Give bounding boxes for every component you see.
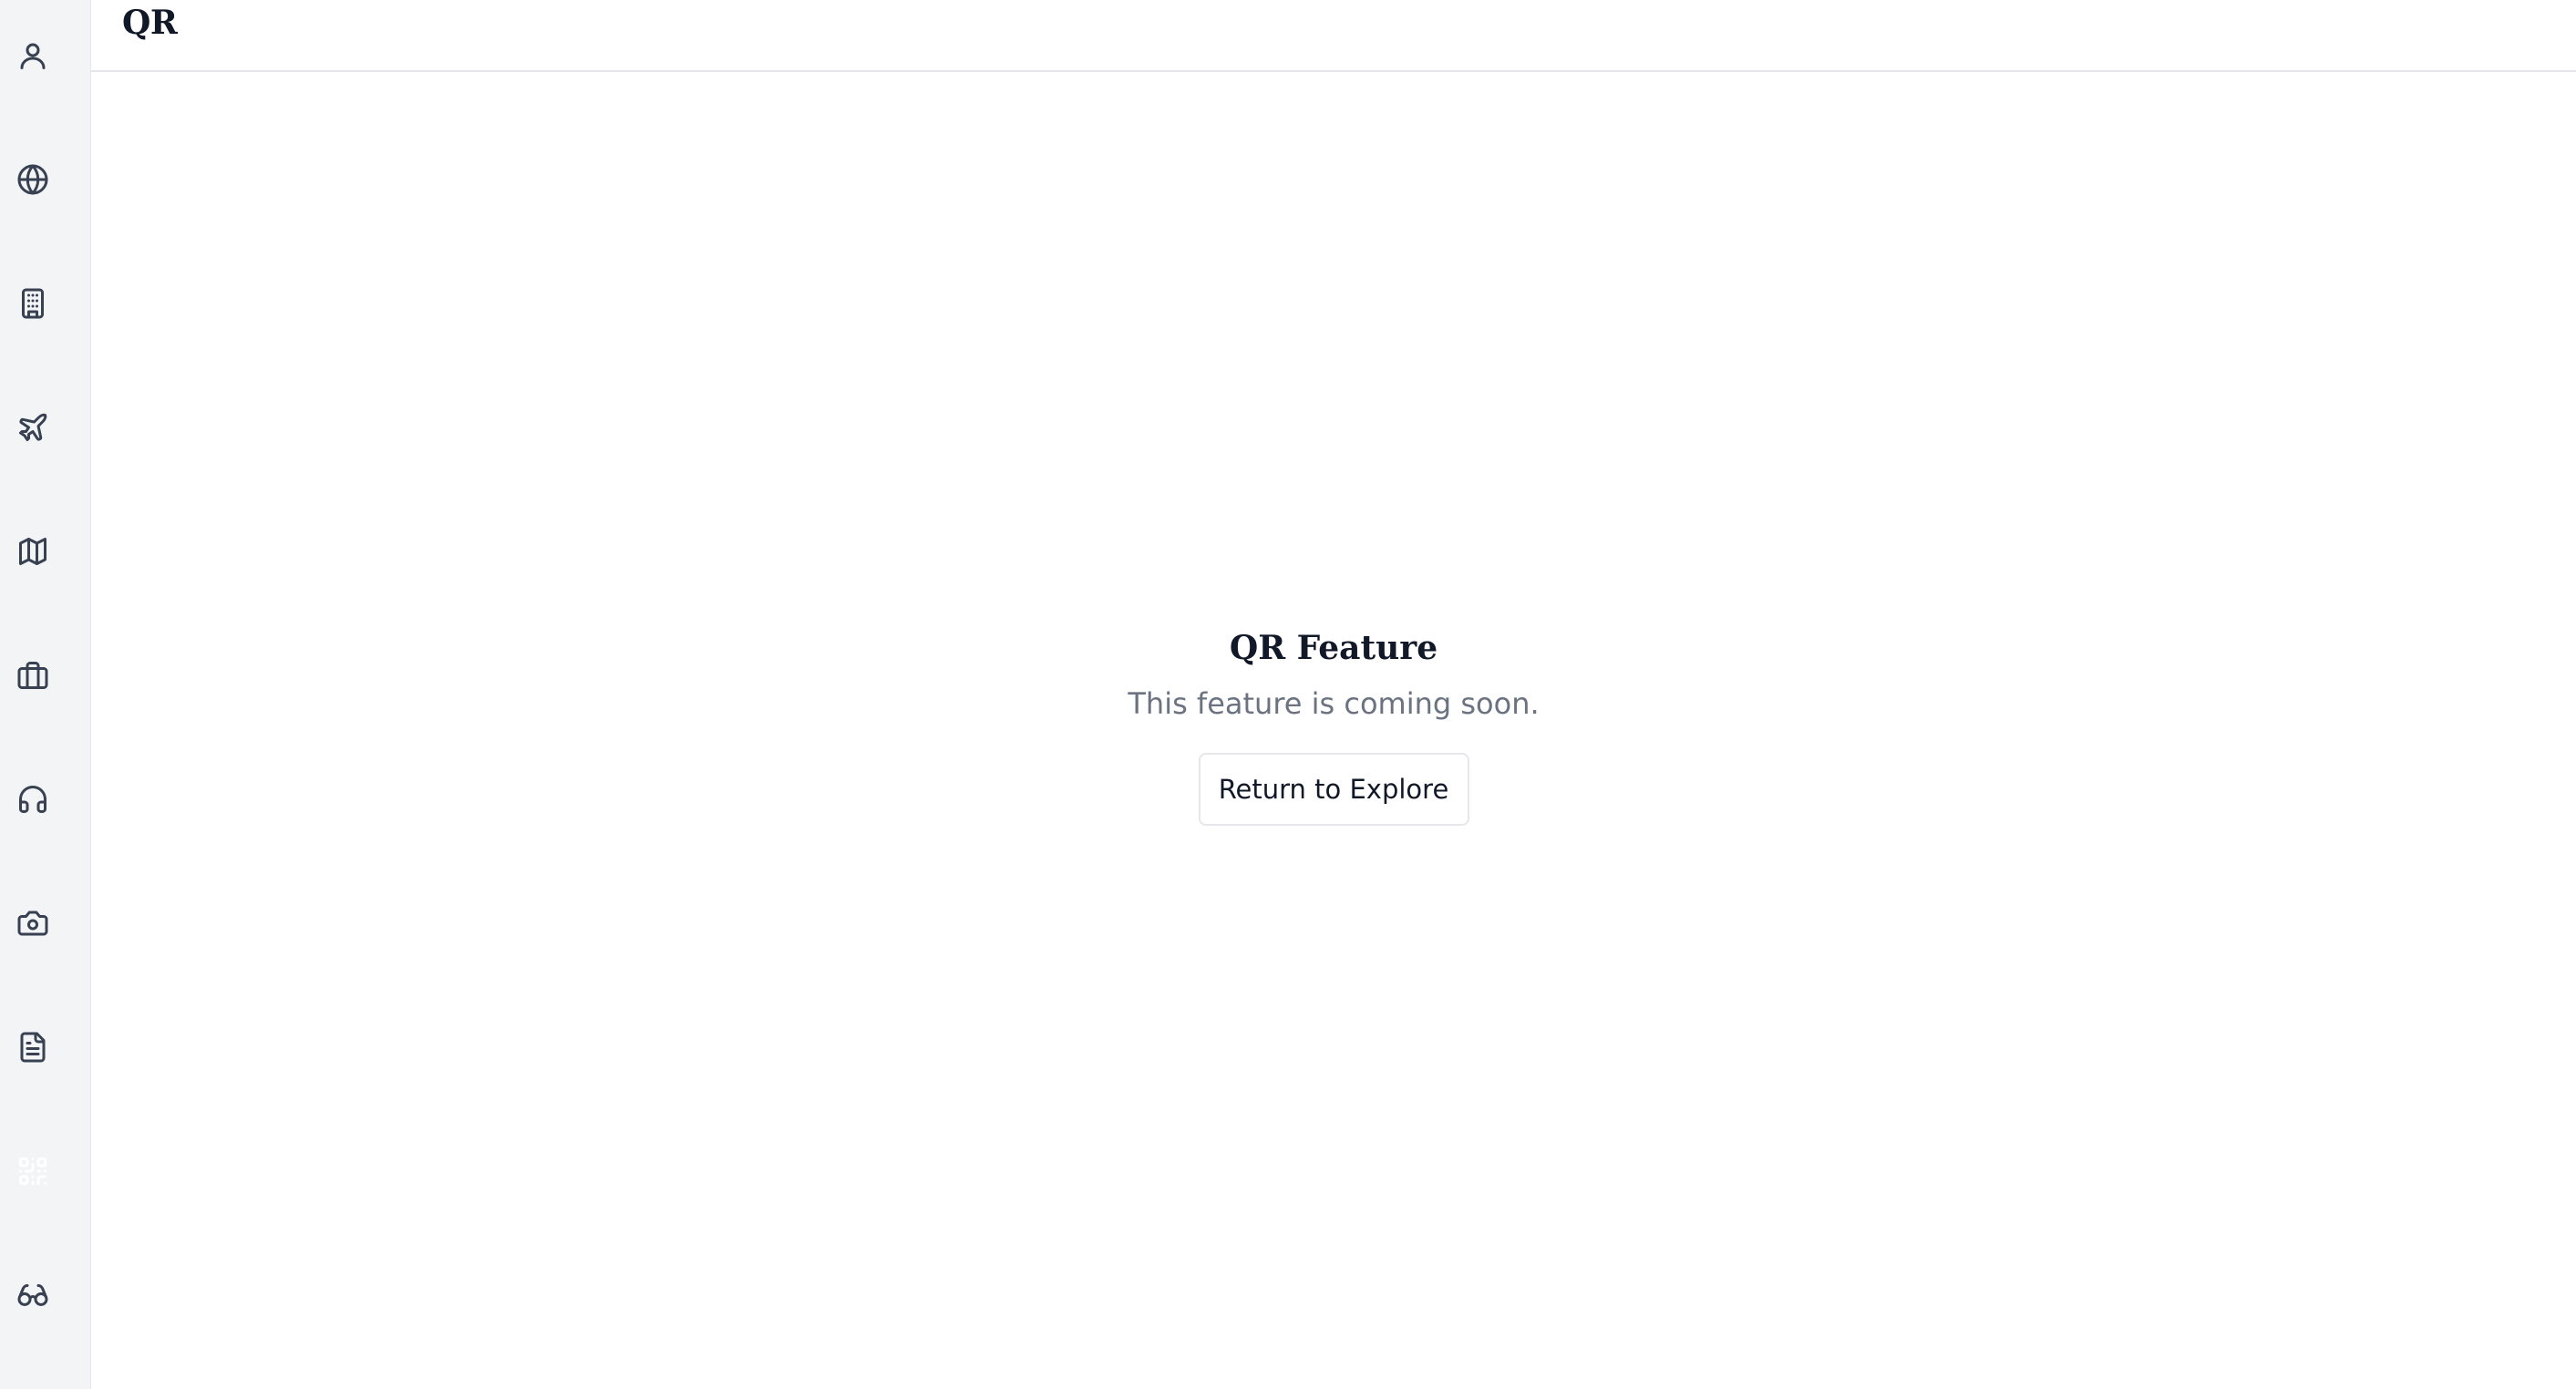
document-icon	[20, 1032, 46, 1063]
sidebar-item-qr[interactable]	[7, 1146, 58, 1197]
sidebar	[0, 0, 91, 1389]
main-content: QR Feature This feature is coming soon. …	[91, 72, 2576, 1389]
camera-icon	[17, 911, 48, 936]
sidebar-item-documents[interactable]	[7, 1022, 58, 1073]
sidebar-item-profile[interactable]	[7, 30, 58, 81]
sidebar-item-explore[interactable]	[7, 154, 58, 205]
briefcase-icon	[17, 662, 48, 689]
sidebar-item-hotels[interactable]	[7, 278, 58, 329]
feature-title: QR Feature	[1229, 629, 1438, 667]
glasses-icon	[17, 1284, 48, 1306]
sidebar-item-maps[interactable]	[7, 526, 58, 577]
sidebar-item-trips[interactable]	[7, 650, 58, 701]
sidebar-item-support[interactable]	[7, 774, 58, 825]
page-title: QR	[122, 4, 178, 42]
feature-subtitle: This feature is coming soon.	[1128, 686, 1540, 721]
globe-icon	[17, 164, 48, 195]
headphones-icon	[19, 786, 46, 813]
map-icon	[19, 538, 46, 565]
page-header: QR	[91, 0, 2576, 72]
sidebar-item-flights[interactable]	[7, 402, 58, 453]
coming-soon-panel: QR Feature This feature is coming soon. …	[91, 623, 2576, 826]
sidebar-item-camera[interactable]	[7, 898, 58, 949]
building-icon	[22, 288, 44, 319]
qr-code-icon	[19, 1158, 46, 1186]
plane-icon	[19, 413, 47, 441]
user-icon	[20, 43, 46, 69]
sidebar-item-view[interactable]	[7, 1270, 58, 1321]
app-window: QR QR Feature This feature is coming soo…	[0, 0, 2576, 1389]
return-to-explore-button[interactable]: Return to Explore	[1198, 753, 1469, 826]
